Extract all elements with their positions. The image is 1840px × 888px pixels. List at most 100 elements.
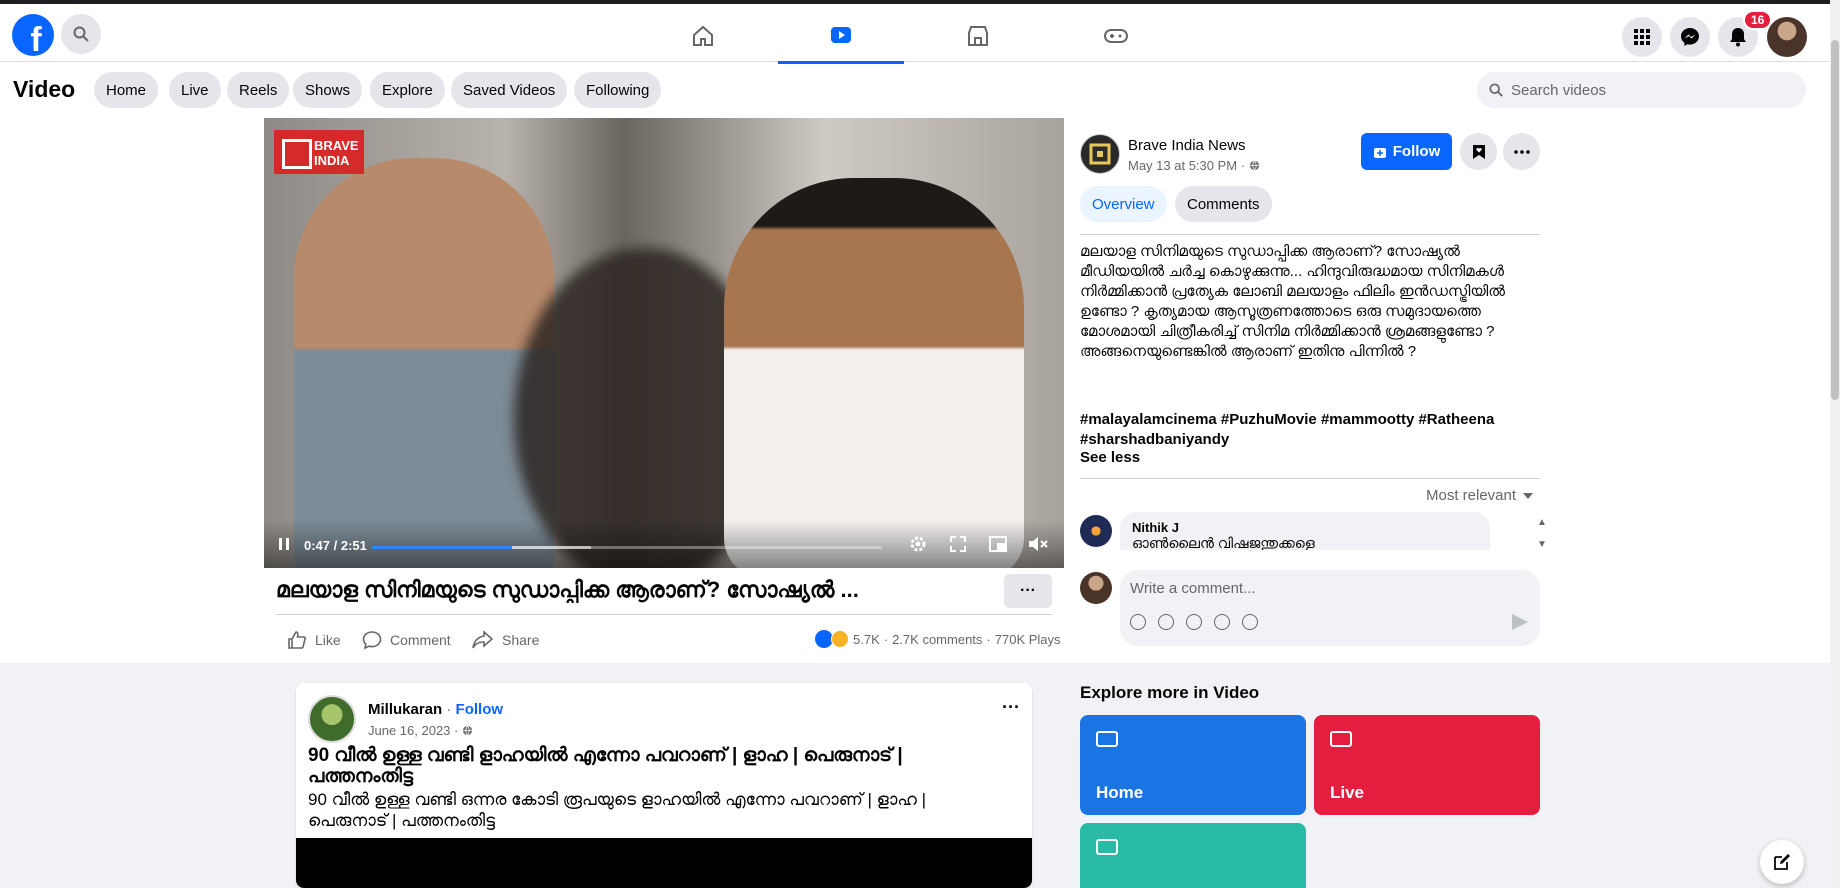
explore-tile-live[interactable]: Live [1314, 715, 1540, 815]
tile-label: Live [1330, 783, 1365, 802]
video-time: 0:47 / 2:51 [304, 538, 367, 553]
video-frame-man [294, 158, 554, 568]
thumbs-up-icon [288, 631, 306, 649]
home-icon [693, 25, 713, 46]
pill-following[interactable]: Following [574, 72, 662, 108]
video-more-button[interactable]: ··· [1004, 574, 1052, 608]
post-more-button[interactable]: ··· [1002, 697, 1020, 718]
miniplayer-icon[interactable] [988, 534, 1008, 554]
avatar-sticker-icon[interactable] [1130, 614, 1146, 630]
divider [1080, 234, 1540, 235]
search-icon [1489, 83, 1503, 97]
account-avatar[interactable] [1767, 17, 1807, 57]
settings-gear-icon[interactable] [908, 534, 928, 554]
pill-reels[interactable]: Reels [227, 72, 290, 108]
post-author: Millukaran · Follow [368, 701, 504, 718]
brave-india-logo-icon [1089, 143, 1111, 165]
commenter-avatar[interactable] [1080, 515, 1112, 547]
video-frame-woman [724, 178, 1024, 568]
pill-home[interactable]: Home [94, 72, 159, 108]
channel-avatar[interactable] [1080, 134, 1120, 174]
search-videos-input[interactable]: Search videos [1477, 72, 1806, 108]
divider [276, 614, 1052, 615]
scrollbar-thumb[interactable] [1831, 40, 1839, 400]
pill-explore[interactable]: Explore [370, 72, 445, 108]
pill-live[interactable]: Live [169, 72, 221, 108]
tab-marketplace[interactable] [915, 8, 1041, 64]
share-label: Share [502, 632, 540, 648]
menu-button[interactable] [1622, 17, 1662, 57]
see-less-link[interactable]: See less [1080, 449, 1140, 466]
new-message-button[interactable] [1760, 840, 1804, 884]
messenger-button[interactable] [1670, 17, 1710, 57]
post-author-avatar[interactable] [308, 695, 356, 743]
comment-sort-dropdown[interactable]: Most relevant [1426, 487, 1534, 504]
live-camera-icon [1330, 731, 1352, 747]
video-description: മലയാള സിനിമയുടെ സുഡാപ്പിക്ക ആരാണ്? സോഷ്യ… [1080, 243, 1506, 360]
tab-comments[interactable]: Comments [1175, 186, 1272, 222]
post-follow-link[interactable]: Follow [456, 701, 504, 718]
top-navigation-bar: f 16 [0, 0, 1840, 64]
page-scrollbar[interactable] [1830, 0, 1840, 888]
reaction-count[interactable]: 5.7K [853, 632, 880, 647]
like-button[interactable]: Like [287, 628, 341, 652]
compose-pencil-icon [1774, 854, 1790, 870]
comment-count[interactable]: 2.7K comments [892, 632, 982, 647]
player-controls: 0:47 / 2:51 [264, 520, 1064, 568]
comment-button[interactable]: Comment [362, 628, 451, 652]
post-date: May 13 at 5:30 PM · [1128, 158, 1260, 173]
tab-overview[interactable]: Overview [1080, 186, 1167, 222]
camera-icon[interactable] [1158, 614, 1174, 630]
post-text: 90 വീൽ ഉള്ള വണ്ടി ഒന്നര കോടി രൂപയുടെ ളാഹ… [308, 790, 927, 830]
save-video-button[interactable] [1460, 133, 1497, 170]
pill-shows[interactable]: Shows [293, 72, 363, 108]
post-video[interactable] [296, 838, 1032, 888]
reels-clapper-icon [1096, 839, 1118, 855]
my-avatar [1080, 572, 1112, 604]
video-header: Video Home Live Reels Shows Explore Save… [0, 62, 1830, 118]
grid-menu-icon [1634, 29, 1650, 45]
share-button[interactable]: Share [472, 628, 539, 652]
search-button[interactable] [61, 14, 101, 54]
sort-label: Most relevant [1426, 487, 1517, 504]
follow-plus-icon [1373, 147, 1386, 158]
page-title: Video [13, 76, 76, 102]
post-author-name[interactable]: Millukaran [368, 701, 442, 718]
pill-saved-videos[interactable]: Saved Videos [451, 72, 568, 108]
caret-down-icon [1523, 492, 1534, 499]
facebook-logo-icon[interactable]: f [12, 14, 54, 56]
video-player[interactable]: BRAVE INDIA 0:47 / 2:51 [264, 118, 1064, 568]
send-icon[interactable] [1512, 614, 1528, 630]
channel-name[interactable]: Brave India News [1128, 137, 1246, 154]
comment-icon [362, 631, 382, 650]
comment-scroll-arrows[interactable]: ▲ ▼ [1537, 512, 1547, 556]
explore-tile-reels[interactable] [1080, 823, 1306, 888]
commenter-name[interactable]: Nithik J [1132, 520, 1478, 535]
video-hashtags[interactable]: #malayalamcinema #PuzhuMovie #mammootty … [1080, 410, 1542, 450]
video-play-icon [831, 26, 851, 43]
post-date: June 16, 2023 · [368, 723, 473, 738]
explore-tile-home[interactable]: Home [1080, 715, 1306, 815]
marketplace-icon [968, 26, 988, 46]
follow-button[interactable]: Follow [1361, 133, 1452, 170]
emoji-icon[interactable] [1186, 614, 1202, 630]
post-date-text: May 13 at 5:30 PM · [1128, 158, 1246, 173]
tab-video[interactable] [778, 8, 904, 64]
gif-icon[interactable] [1214, 614, 1230, 630]
more-horizontal-icon [1513, 149, 1530, 154]
post-title: 90 വീൽ ഉള്ള വണ്ടി ളാഹയിൽ എന്നോ പവറാണ് | … [308, 745, 903, 787]
post-date-text: June 16, 2023 · [368, 723, 459, 738]
video-progress-bar[interactable] [372, 546, 882, 549]
video-title: മലയാള സിനിമയുടെ സുഡാപ്പിക്ക ആരാണ്? സോഷ്യ… [276, 577, 859, 602]
write-comment-input[interactable]: Write a comment... [1120, 570, 1540, 646]
tab-home[interactable] [640, 8, 766, 64]
comment-tools [1130, 614, 1258, 630]
fullscreen-icon[interactable] [948, 534, 968, 554]
gaming-controller-icon [1104, 29, 1128, 43]
mute-icon[interactable] [1028, 534, 1048, 554]
brave-india-logo: BRAVE INDIA [274, 130, 364, 174]
channel-more-button[interactable] [1503, 133, 1540, 170]
pause-icon[interactable] [274, 534, 294, 554]
tab-gaming[interactable] [1053, 8, 1179, 64]
sticker-icon[interactable] [1242, 614, 1258, 630]
